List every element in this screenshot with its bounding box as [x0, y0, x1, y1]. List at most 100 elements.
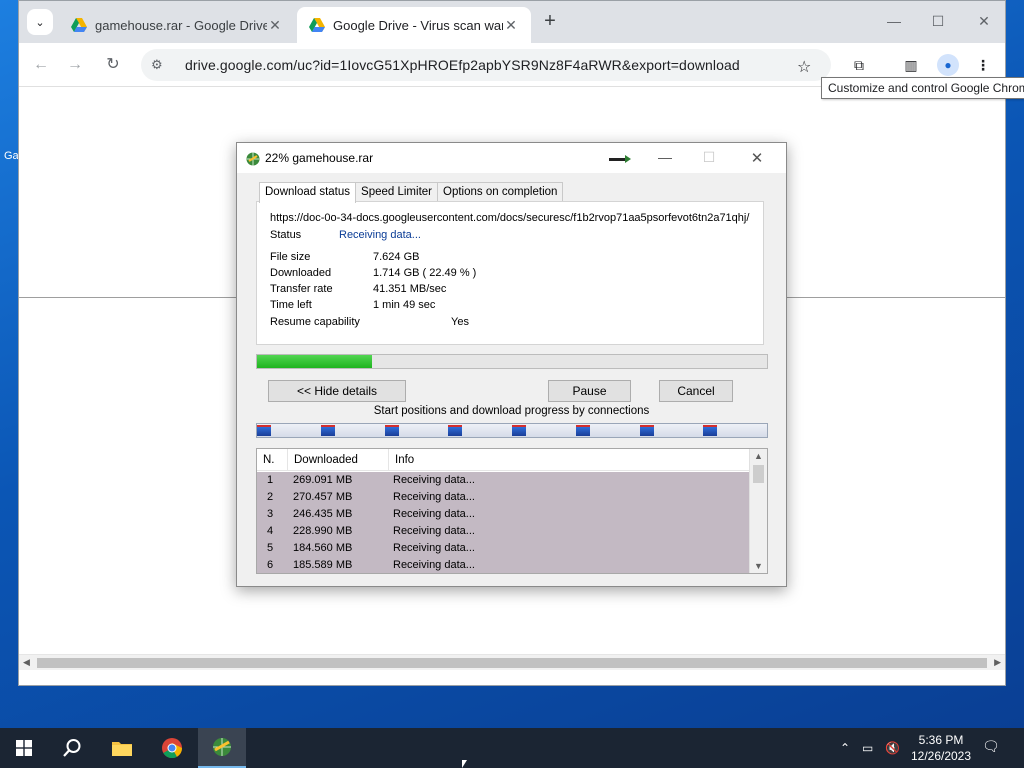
site-info-icon[interactable]: ⚙: [151, 57, 171, 73]
minimize-button[interactable]: —: [655, 149, 675, 165]
resume-label: Resume capability: [270, 316, 360, 328]
side-panel-icon[interactable]: ▥: [901, 55, 921, 75]
table-row[interactable]: 3 246.435 MB Receiving data...: [257, 506, 749, 523]
cell-n: 2: [267, 491, 274, 503]
new-tab-button[interactable]: +: [539, 11, 561, 33]
scroll-right-icon[interactable]: ▶: [994, 657, 1001, 668]
extensions-icon[interactable]: ⧉: [849, 55, 869, 75]
maximize-button[interactable]: ☐: [923, 9, 953, 33]
cell-n: 3: [267, 508, 274, 520]
idm-taskbar-button[interactable]: [198, 728, 246, 768]
tab-speed-limiter[interactable]: Speed Limiter: [355, 182, 438, 202]
tab-search-button[interactable]: ⌄: [27, 9, 53, 35]
tab-options-on-completion[interactable]: Options on completion: [437, 182, 564, 202]
chrome-icon: [162, 738, 183, 759]
idm-icon: [213, 738, 231, 756]
system-clock[interactable]: 5:36 PM 12/26/2023: [910, 732, 972, 764]
time-left-value: 1 min 49 sec: [373, 299, 436, 311]
progress-arrow-icon: [609, 155, 631, 163]
transfer-rate-label: Transfer rate: [270, 283, 333, 295]
google-drive-icon: [309, 17, 325, 33]
close-tab-icon[interactable]: ✕: [503, 17, 519, 34]
scroll-down-icon[interactable]: ▼: [754, 561, 763, 571]
idm-download-dialog: 22% gamehouse.rar — ☐ ✕ Download status …: [236, 142, 787, 587]
connection-segment: [384, 425, 399, 436]
table-row[interactable]: 4 228.990 MB Receiving data...: [257, 523, 749, 540]
download-status-panel: https://doc-0o-34-docs.googleusercontent…: [256, 201, 764, 345]
reload-button[interactable]: ↻: [101, 53, 125, 77]
connection-segment: [575, 425, 590, 436]
dialog-titlebar[interactable]: 22% gamehouse.rar — ☐ ✕: [237, 143, 786, 173]
horizontal-scrollbar[interactable]: ◀ ▶: [19, 654, 1005, 670]
column-header-info[interactable]: Info: [389, 449, 741, 471]
source-url: https://doc-0o-34-docs.googleusercontent…: [270, 212, 750, 224]
scrollbar-thumb[interactable]: [37, 658, 987, 668]
bookmark-star-icon[interactable]: ☆: [797, 57, 811, 77]
cell-info: Receiving data...: [393, 559, 475, 571]
close-button[interactable]: ✕: [747, 149, 767, 167]
start-button[interactable]: [0, 728, 48, 768]
table-row[interactable]: 1 269.091 MB Receiving data...: [257, 472, 749, 489]
time-left-label: Time left: [270, 299, 312, 311]
search-icon: [63, 739, 81, 757]
volume-muted-icon[interactable]: 🔇: [885, 728, 900, 768]
connections-table: N. Downloaded Info 1 269.091 MB Receivin…: [256, 448, 768, 574]
tab-download-status[interactable]: Download status: [259, 182, 357, 203]
network-icon[interactable]: ▭: [862, 728, 873, 768]
mouse-cursor-icon: [462, 760, 467, 768]
back-button[interactable]: ←: [29, 53, 53, 77]
transfer-rate-value: 41.351 MB/sec: [373, 283, 447, 295]
resume-value: Yes: [451, 316, 469, 328]
cell-n: 4: [267, 525, 274, 537]
chevron-up-icon: ⌃: [840, 741, 851, 755]
cell-info: Receiving data...: [393, 525, 475, 537]
filesize-label: File size: [270, 251, 311, 263]
notification-center-icon[interactable]: 🗨: [982, 738, 1002, 756]
cancel-button[interactable]: Cancel: [659, 380, 733, 402]
chevron-down-icon: ⌄: [35, 16, 45, 29]
cell-downloaded: 228.990 MB: [293, 525, 353, 537]
address-bar[interactable]: ⚙ drive.google.com/uc?id=1IovcG51XpHROEf…: [141, 49, 831, 81]
column-header-n[interactable]: N.: [257, 449, 288, 471]
tab-gamehouse-drive[interactable]: gamehouse.rar - Google Drive ✕: [59, 7, 295, 43]
table-row[interactable]: 5 184.560 MB Receiving data...: [257, 540, 749, 557]
file-explorer-button[interactable]: [98, 728, 146, 768]
folder-icon: [112, 742, 132, 756]
chrome-menu-icon[interactable]: ⋮: [973, 55, 993, 75]
minimize-button[interactable]: —: [879, 9, 909, 33]
cell-n: 5: [267, 542, 274, 554]
forward-button[interactable]: →: [63, 53, 87, 77]
taskbar: ⌃ ▭ 🔇 5:36 PM 12/26/2023 🗨: [0, 728, 1024, 768]
cell-downloaded: 270.457 MB: [293, 491, 353, 503]
clock-time: 5:36 PM: [918, 733, 964, 747]
close-tab-icon[interactable]: ✕: [267, 17, 283, 34]
table-row[interactable]: 6 185.589 MB Receiving data...: [257, 557, 749, 573]
table-row[interactable]: 2 270.457 MB Receiving data...: [257, 489, 749, 506]
chrome-taskbar-button[interactable]: [148, 728, 196, 768]
cell-info: Receiving data...: [393, 474, 475, 486]
column-header-downloaded[interactable]: Downloaded: [288, 449, 389, 471]
dialog-title: 22% gamehouse.rar: [265, 151, 374, 165]
address-url[interactable]: drive.google.com/uc?id=1IovcG51XpHROEfp2…: [185, 57, 740, 73]
connection-segment: [448, 425, 463, 436]
dialog-tabs: Download status Speed Limiter Options on…: [259, 182, 564, 203]
status-value: Receiving data...: [339, 229, 421, 241]
hide-details-button[interactable]: << Hide details: [268, 380, 406, 402]
downloaded-label: Downloaded: [270, 267, 332, 279]
maximize-button: ☐: [702, 149, 716, 165]
profile-avatar-icon[interactable]: ●: [937, 54, 959, 76]
desktop-icon-label[interactable]: Ga: [4, 150, 19, 172]
search-button[interactable]: [48, 728, 96, 768]
pause-button[interactable]: Pause: [548, 380, 631, 402]
tab-virus-scan[interactable]: Google Drive - Virus scan warni ✕: [297, 7, 531, 43]
scroll-left-icon[interactable]: ◀: [23, 657, 30, 668]
scroll-up-icon[interactable]: ▲: [754, 451, 763, 461]
progress-fill: [257, 355, 372, 368]
connection-segment: [257, 425, 271, 436]
table-scrollbar[interactable]: ▲ ▼: [749, 449, 767, 573]
cell-downloaded: 246.435 MB: [293, 508, 353, 520]
close-window-button[interactable]: ✕: [969, 9, 999, 33]
show-hidden-icons-button[interactable]: ⌃: [840, 728, 850, 768]
scrollbar-thumb[interactable]: [753, 465, 764, 483]
clock-date: 12/26/2023: [910, 749, 972, 763]
